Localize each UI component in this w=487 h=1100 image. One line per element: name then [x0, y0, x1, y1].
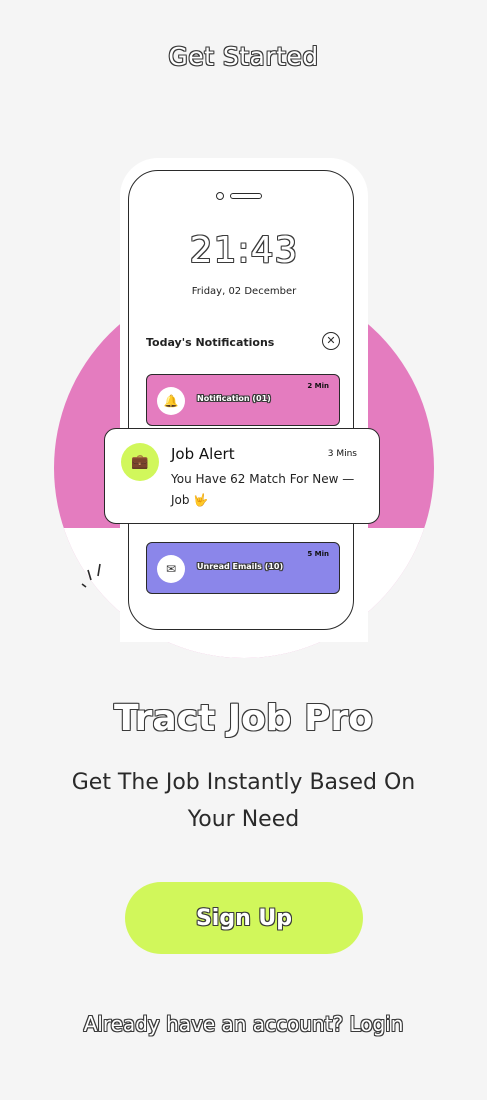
job-alert-time: 3 Mins — [327, 449, 357, 459]
notification-label: Notification (01) — [197, 394, 271, 403]
envelope-icon: ✉ — [157, 555, 185, 583]
notification-label: Unread Emails (10) — [197, 562, 284, 571]
app-title: Tract Job Pro — [113, 698, 374, 739]
job-alert-description: You Have 62 Match For New — Job 🤟 — [171, 472, 355, 507]
lockscreen-clock: 21:43 — [189, 230, 299, 271]
close-icon[interactable]: ✕ — [322, 332, 340, 350]
briefcase-icon: 💼 — [121, 443, 159, 481]
notification-card[interactable]: ✉ Unread Emails (10) 5 Min — [146, 542, 340, 594]
bell-icon: 🔔 — [157, 387, 185, 415]
login-prompt-text: Already have an account? — [83, 1012, 344, 1036]
speaker-icon — [230, 193, 262, 199]
notifications-heading: Today's Notifications — [146, 336, 275, 349]
signup-button[interactable]: Sign Up — [125, 882, 363, 954]
login-prompt: Already have an account? Login — [0, 1012, 487, 1036]
page-header-title: Get Started — [168, 42, 319, 71]
app-subtitle: Get The Job Instantly Based On Your Need — [71, 770, 416, 832]
notification-time: 5 Min — [307, 550, 329, 558]
notification-time: 2 Min — [307, 382, 329, 390]
job-alert-title: Job Alert — [171, 445, 235, 463]
lockscreen-date: Friday, 02 December — [191, 286, 297, 297]
job-alert-card[interactable]: 💼 Job Alert 3 Mins You Have 62 Match For… — [104, 428, 380, 524]
hero-illustration: 21:43 Friday, 02 December Today's Notifi… — [0, 150, 487, 660]
camera-icon — [216, 192, 224, 200]
notification-card[interactable]: 🔔 Notification (01) 2 Min — [146, 374, 340, 426]
login-link[interactable]: Login — [349, 1012, 403, 1036]
spark-lines-icon — [81, 563, 101, 588]
phone-mockup: 21:43 Friday, 02 December Today's Notifi… — [120, 158, 368, 642]
